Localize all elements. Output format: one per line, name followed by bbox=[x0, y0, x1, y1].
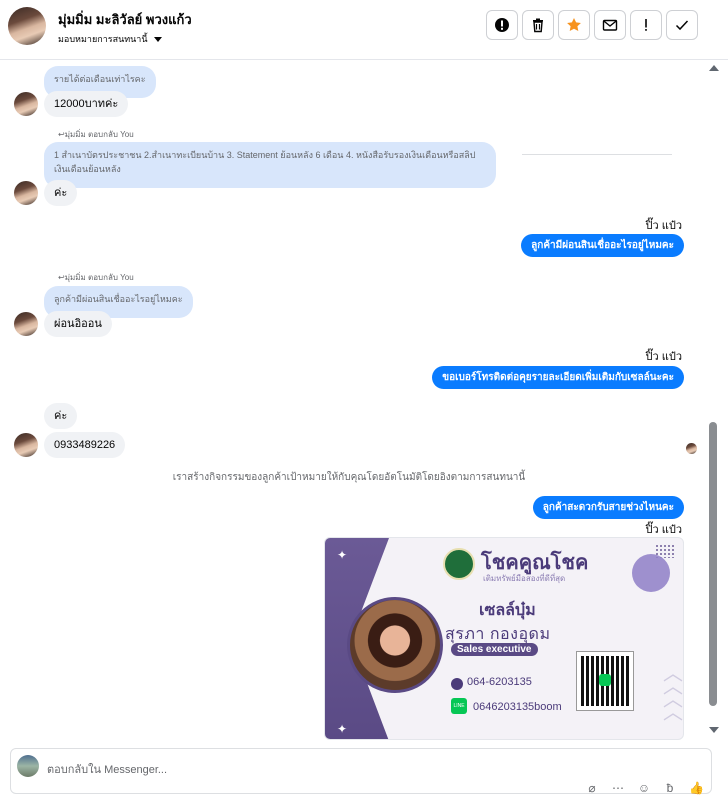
outgoing-message[interactable]: ลูกค้ามีผ่อนสินเชื่ออะไรอยู่ไหมคะ bbox=[521, 234, 684, 257]
system-notice: เราสร้างกิจกรรมของลูกค้าเป้าหมายให้กับคุ… bbox=[172, 472, 526, 483]
trash-icon bbox=[533, 18, 543, 33]
chevron-down-icon bbox=[153, 36, 162, 42]
chevron-up-pattern: ︿ ︿ ︿ ︿ bbox=[663, 663, 683, 724]
sender-name: ปิ๊ว แป๋ว bbox=[645, 351, 682, 363]
reply-label: ↩มุ่มมิ่ม ตอบกลับ You bbox=[58, 273, 134, 282]
mark-unread-button[interactable] bbox=[594, 10, 626, 40]
card-line-id: 0646203135boom bbox=[473, 701, 562, 713]
sales-photo bbox=[347, 597, 443, 693]
incoming-message[interactable]: ค่ะ bbox=[44, 403, 78, 429]
spam-button[interactable] bbox=[486, 10, 518, 40]
reply-composer[interactable]: ตอบกลับใน Messenger... ⌀ ⋯ ☺ ƀ 👍 bbox=[10, 748, 712, 795]
delete-button[interactable] bbox=[522, 10, 554, 40]
quoted-message: 1 สำเนาบัตรประชาชน 2.สำเนาทะเบียนบ้าน 3.… bbox=[44, 142, 496, 188]
attachment-icon[interactable]: ⌀ bbox=[585, 781, 599, 795]
sender-name: ปิ๊ว แป๋ว bbox=[645, 524, 682, 536]
outgoing-message[interactable]: ขอเบอร์โทรติดต่อคุยรายละเอียดเพิ่มเติมกั… bbox=[432, 366, 684, 389]
card-phone: 064-6203135 bbox=[467, 676, 532, 688]
sparkle-icon: ✦ bbox=[337, 548, 348, 562]
checkmark-icon bbox=[675, 20, 689, 31]
incoming-message[interactable]: 0933489226 bbox=[44, 432, 126, 458]
star-button[interactable] bbox=[558, 10, 590, 40]
follow-up-button[interactable] bbox=[630, 10, 662, 40]
contact-avatar-small bbox=[14, 181, 38, 205]
business-card-image[interactable]: ✦ ✦ โชคคูณโชค เติมทรัพย์มือสองที่ดีที่สุ… bbox=[324, 537, 684, 740]
contact-avatar-small bbox=[14, 312, 38, 336]
phone-icon bbox=[451, 678, 463, 690]
card-tagline: เติมทรัพย์มือสองที่ดีที่สุด bbox=[483, 574, 566, 583]
incoming-message[interactable]: ค่ะ bbox=[44, 180, 78, 206]
scroll-up-arrow[interactable] bbox=[709, 65, 719, 71]
exclamation-icon bbox=[645, 19, 647, 31]
card-role: Sales executive bbox=[451, 643, 538, 656]
scroll-thumb[interactable] bbox=[709, 422, 717, 706]
reply-input[interactable]: ตอบกลับใน Messenger... bbox=[47, 760, 167, 778]
assign-conversation-dropdown[interactable]: มอบหมายการสนทนานี้ bbox=[58, 32, 162, 46]
reply-label: ↩มุ่มมิ่ม ตอบกลับ You bbox=[58, 130, 134, 139]
sender-name: ปิ๊ว แป๋ว bbox=[645, 220, 682, 232]
alert-octagon-icon bbox=[495, 18, 509, 32]
like-icon[interactable]: 👍 bbox=[689, 781, 704, 795]
assign-label: มอบหมายการสนทนานี้ bbox=[58, 34, 148, 44]
card-nickname: เซลล์บุ๋ม bbox=[479, 602, 536, 619]
envelope-icon bbox=[602, 19, 618, 31]
contact-avatar-small bbox=[14, 433, 38, 457]
qr-line-logo bbox=[599, 674, 611, 686]
incoming-message[interactable]: ผ่อนอิออน bbox=[44, 311, 112, 337]
sticker-icon[interactable]: ƀ bbox=[663, 781, 677, 795]
incoming-message[interactable]: 12000บาทค่ะ bbox=[44, 91, 129, 117]
contact-avatar[interactable] bbox=[8, 7, 46, 45]
divider bbox=[522, 154, 672, 155]
decorative-circle bbox=[632, 554, 670, 592]
brand-logo bbox=[443, 548, 475, 580]
star-icon bbox=[567, 18, 581, 31]
conversation-header: มุ่มมิ่ม มะลิวัลย์ พวงแก้ว มอบหมายการสนท… bbox=[0, 0, 728, 60]
emoji-icon[interactable]: ☺ bbox=[637, 781, 651, 795]
saved-replies-icon[interactable]: ⋯ bbox=[611, 781, 625, 795]
page-avatar bbox=[17, 755, 39, 777]
sparkle-icon: ✦ bbox=[337, 722, 348, 736]
contact-name[interactable]: มุ่มมิ่ม มะลิวัลย์ พวงแก้ว bbox=[58, 9, 192, 30]
message-thread[interactable]: รายได้ต่อเดือนเท่าไรคะ 12000บาทค่ะ ↩มุ่ม… bbox=[0, 60, 706, 740]
done-button[interactable] bbox=[666, 10, 698, 40]
scroll-down-arrow[interactable] bbox=[709, 727, 719, 733]
contact-avatar-small bbox=[14, 92, 38, 116]
line-app-icon: LINE bbox=[451, 698, 467, 714]
thread-scrollbar[interactable] bbox=[706, 60, 728, 740]
read-receipt-avatar bbox=[686, 443, 697, 454]
outgoing-message[interactable]: ลูกค้าสะดวกรับสายช่วงไหนคะ bbox=[532, 496, 684, 519]
composer-tools: ⌀ ⋯ ☺ ƀ 👍 bbox=[585, 781, 704, 795]
